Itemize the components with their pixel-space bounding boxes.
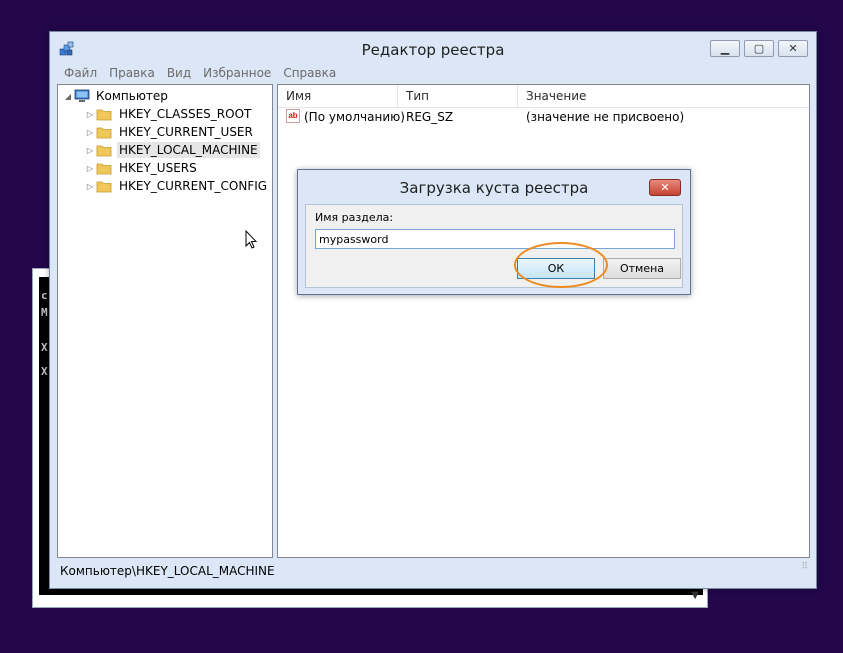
maximize-button[interactable]: ▢ [744,40,774,57]
cell-type: REG_SZ [406,110,454,124]
menu-view[interactable]: Вид [161,66,197,80]
list-header: Имя Тип Значение [278,85,809,108]
dialog-close-button[interactable]: ✕ [649,179,681,196]
tree-item-hklm[interactable]: ▷ HKEY_LOCAL_MACHINE [84,141,260,159]
tree-label: HKEY_USERS [119,161,197,175]
folder-icon [96,145,112,157]
expand-arrow-icon[interactable]: ▷ [84,128,96,137]
tree-label: HKEY_CURRENT_CONFIG [119,179,268,193]
close-icon: ✕ [788,42,798,55]
tree-label: HKEY_CLASSES_ROOT [119,107,252,121]
console-text: c [41,289,48,302]
load-hive-dialog: Загрузка куста реестра ✕ Имя раздела: ОК… [297,169,691,295]
dialog-title: Загрузка куста реестра [399,179,589,197]
minimize-icon: ▁ [720,42,730,55]
close-button[interactable]: ✕ [778,40,808,57]
expand-arrow-icon[interactable]: ▷ [84,164,96,173]
title-bar[interactable]: Редактор реестра ▁ ▢ ✕ [50,32,816,63]
column-header-value[interactable]: Значение [518,85,811,107]
computer-icon [74,89,90,102]
list-row[interactable]: ab (По умолчанию) REG_SZ (значение не пр… [278,107,809,127]
folder-icon [96,127,112,139]
expand-arrow-icon[interactable]: ▷ [84,182,96,191]
folder-icon [96,181,112,193]
expand-arrow-icon[interactable]: ▷ [84,146,96,155]
string-value-icon: ab [286,109,300,123]
column-header-name[interactable]: Имя [278,85,398,107]
resize-grip-icon[interactable]: ⠿ [801,556,808,578]
key-name-label: Имя раздела: [315,211,394,224]
maximize-icon: ▢ [753,42,765,55]
window-title: Редактор реестра [361,41,505,59]
client-area: ◢ Компьютер ▷ HKEY_CLASSES_ROOT ▷ HKEY_C… [57,84,810,558]
scroll-down-icon[interactable]: ▼ [691,590,699,601]
tree-label-selected: HKEY_LOCAL_MACHINE [117,142,260,158]
menu-help[interactable]: Справка [277,66,342,80]
key-tree[interactable]: ◢ Компьютер ▷ HKEY_CLASSES_ROOT ▷ HKEY_C… [57,84,273,558]
desktop: c M X X ▼ Редактор реестра ▁ ▢ ✕ Файл Пр… [0,0,843,653]
expand-arrow-icon[interactable]: ▷ [84,110,96,119]
menu-file[interactable]: Файл [58,66,103,80]
dialog-body: Имя раздела: ОК Отмена [305,204,683,288]
menu-favorites[interactable]: Избранное [197,66,277,80]
tree-label: HKEY_CURRENT_USER [119,125,253,139]
console-text: X [41,341,48,354]
console-text: X [41,365,48,378]
collapse-arrow-icon[interactable]: ◢ [62,92,74,101]
menu-edit[interactable]: Правка [103,66,161,80]
values-list[interactable]: Имя Тип Значение ab (По умолчанию) REG_S… [277,84,810,558]
folder-icon [96,109,112,121]
folder-icon [96,163,112,175]
status-path: Компьютер\HKEY_LOCAL_MACHINE [60,564,275,578]
tree-item-computer[interactable]: ◢ Компьютер [62,87,170,105]
column-header-type[interactable]: Тип [398,85,518,107]
tree-item-hku[interactable]: ▷ HKEY_USERS [84,159,199,177]
cell-name: (По умолчанию) [304,110,405,124]
window-controls: ▁ ▢ ✕ [710,40,808,57]
ok-button[interactable]: ОК [517,258,595,279]
status-bar: Компьютер\HKEY_LOCAL_MACHINE ⠿ [57,560,810,582]
mouse-cursor-icon [245,230,258,249]
cell-value: (значение не присвоено) [526,110,685,124]
console-text: M [41,306,48,319]
minimize-button[interactable]: ▁ [710,40,740,57]
tree-item-hkcc[interactable]: ▷ HKEY_CURRENT_CONFIG [84,177,269,195]
key-name-input[interactable] [315,229,675,249]
tree-label: Компьютер [96,89,168,103]
menu-bar: Файл Правка Вид Избранное Справка [58,63,342,83]
tree-item-hkcr[interactable]: ▷ HKEY_CLASSES_ROOT [84,105,253,123]
registry-editor-window: Редактор реестра ▁ ▢ ✕ Файл Правка Вид И… [49,31,817,589]
close-icon: ✕ [660,181,670,194]
cancel-button[interactable]: Отмена [603,258,681,279]
tree-item-hkcu[interactable]: ▷ HKEY_CURRENT_USER [84,123,255,141]
